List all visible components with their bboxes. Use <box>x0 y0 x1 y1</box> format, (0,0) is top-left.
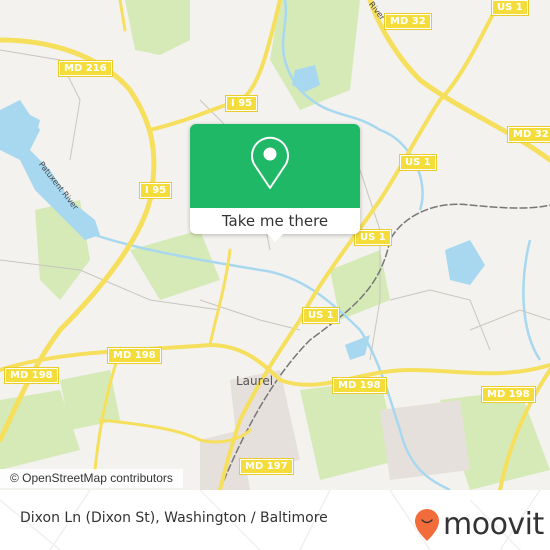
popup-pointer <box>267 234 283 242</box>
map-pin-icon <box>251 136 289 189</box>
road-shield-md-32: MD 32 <box>507 126 550 143</box>
road-shield-i-95: I 95 <box>138 182 173 199</box>
road-shield-us-1: US 1 <box>354 229 392 246</box>
road-shield-us-1: US 1 <box>302 307 340 324</box>
road-shield-md-216: MD 216 <box>58 60 113 77</box>
directions-popup: Take me there <box>190 124 360 242</box>
road-shield-md-198: MD 198 <box>107 347 162 364</box>
moovit-logo[interactable]: moovit <box>413 507 544 543</box>
road-shield-i-95: I 95 <box>224 95 259 112</box>
road-shield-md-198: MD 198 <box>332 377 387 394</box>
popup-header <box>190 124 360 208</box>
map[interactable]: Patuxent River River Laurel MD 216 I 95 … <box>0 0 550 490</box>
moovit-wordmark: moovit <box>443 507 544 542</box>
road-shield-md-198: MD 198 <box>4 367 59 384</box>
map-attribution[interactable]: © OpenStreetMap contributors <box>0 469 183 488</box>
road-shield-md-32: MD 32 <box>384 13 432 30</box>
place-label-laurel: Laurel <box>236 374 274 388</box>
take-me-there-button[interactable]: Take me there <box>190 208 360 234</box>
moovit-pin-icon <box>415 509 439 541</box>
road-shield-md-198: MD 198 <box>481 386 536 403</box>
road-shield-md-197: MD 197 <box>239 458 294 475</box>
road-shield-us-1: US 1 <box>491 0 529 16</box>
location-title: Dixon Ln (Dixon St), Washington / Baltim… <box>20 510 328 526</box>
road-shield-us-1: US 1 <box>399 154 437 171</box>
